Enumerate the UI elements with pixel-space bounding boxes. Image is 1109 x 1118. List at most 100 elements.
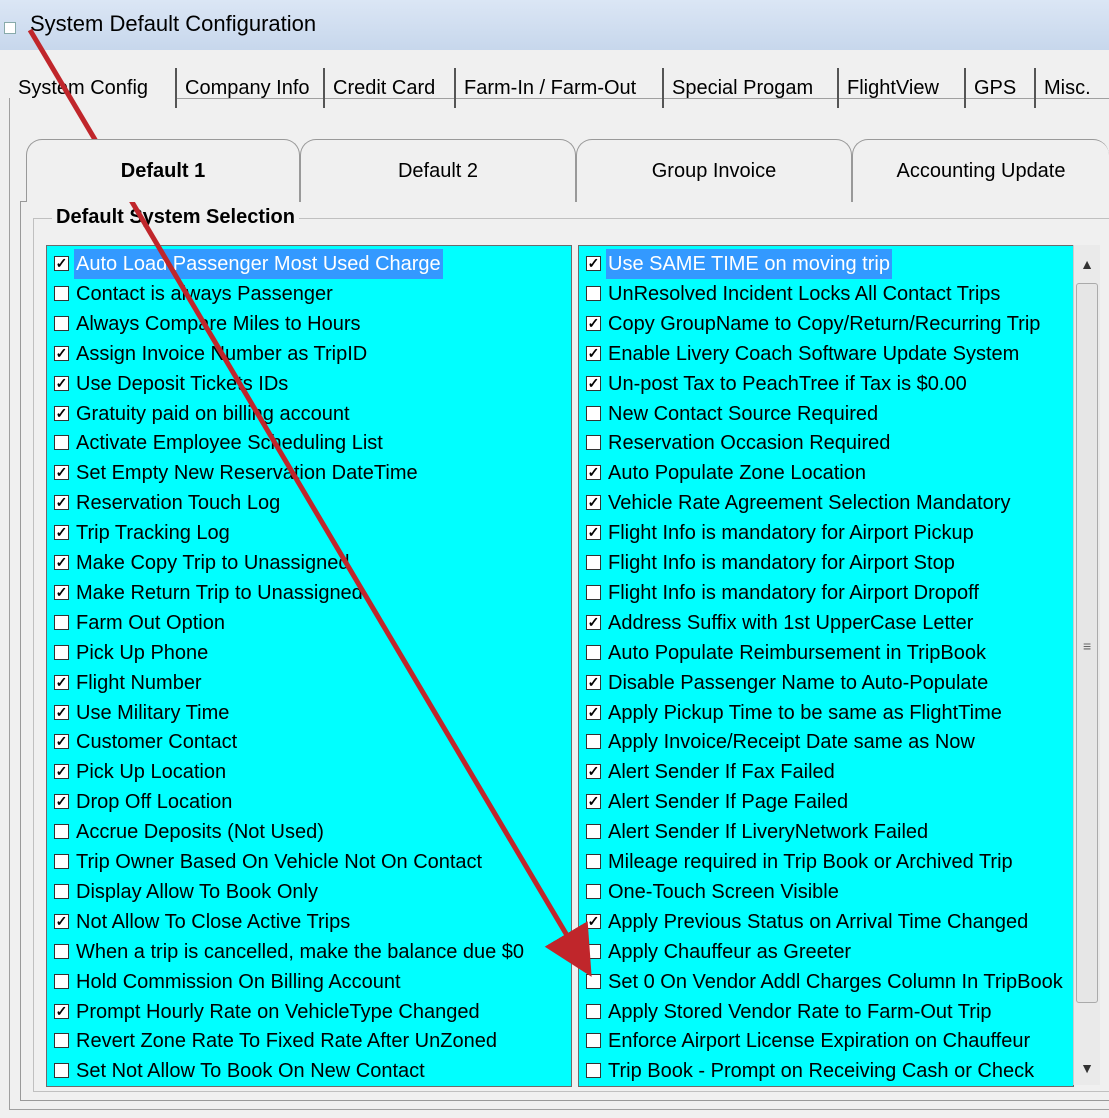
checkbox-unchecked[interactable] [586,734,601,750]
checkbox-unchecked[interactable] [586,1033,601,1049]
list-item[interactable]: ✓ Trip Tracking Log [47,518,571,548]
scroll-down-icon[interactable]: ▼ [1074,1055,1100,1081]
list-item[interactable]: ✓ Vehicle Rate Agreement Selection Mandat… [579,488,1073,518]
tab-credit-card[interactable]: Credit Card [325,68,456,108]
checkbox-unchecked[interactable] [586,824,601,840]
tab-default-2[interactable]: Default 2 [300,139,576,202]
list-item[interactable]: Hold Commission On Billing Account [47,967,571,997]
checkbox-checked[interactable]: ✓ [586,704,601,720]
right-checkbox-list[interactable]: ✓ Use SAME TIME on moving trip UnResolved … [578,245,1074,1087]
checkbox-unchecked[interactable] [54,1063,69,1079]
list-item[interactable]: ✓ Use Deposit Tickets IDs [47,369,571,399]
checkbox-checked[interactable]: ✓ [54,704,69,720]
scroll-thumb[interactable]: ≡ [1076,283,1098,1003]
list-item[interactable]: ✓ Customer Contact [47,727,571,757]
list-item[interactable]: Reservation Occasion Required [579,428,1073,458]
tab-misc[interactable]: Misc. [1036,68,1109,108]
list-item[interactable]: ✓ Alert Sender If Fax Failed [579,757,1073,787]
checkbox-checked[interactable]: ✓ [54,555,69,570]
checkbox-checked[interactable]: ✓ [54,375,69,391]
checkbox-checked[interactable]: ✓ [54,764,69,780]
list-item[interactable]: Auto Populate Reimbursement in TripBook [579,638,1073,668]
list-item[interactable]: ✓ Address Suffix with 1st UpperCase Lette… [579,608,1073,638]
list-item[interactable]: Pick Up Phone [47,638,571,668]
checkbox-checked[interactable]: ✓ [54,525,69,541]
list-item[interactable]: Enforce Airport License Expiration on Ch… [579,1026,1073,1056]
checkbox-checked[interactable]: ✓ [54,465,69,481]
list-item[interactable]: Trip Owner Based On Vehicle Not On Conta… [47,847,571,877]
list-item[interactable]: ✓ Use Military Time [47,698,571,728]
checkbox-unchecked[interactable] [586,285,601,301]
checkbox-checked[interactable]: ✓ [586,614,601,630]
list-item[interactable]: ✓ Flight Number [47,668,571,698]
checkbox-unchecked[interactable] [586,1063,601,1079]
checkbox-unchecked[interactable] [586,943,601,959]
checkbox-unchecked[interactable] [54,644,69,660]
list-item[interactable]: ✓ Use SAME TIME on moving trip [579,249,1073,279]
list-item[interactable]: ✓ Assign Invoice Number as TripID [47,339,571,369]
checkbox-unchecked[interactable] [586,435,601,451]
list-item[interactable]: Farm Out Option [47,608,571,638]
list-item[interactable]: ✓ Not Allow To Close Active Trips [47,907,571,937]
list-item[interactable]: ✓ Set Empty New Reservation DateTime [47,458,571,488]
checkbox-unchecked[interactable] [54,973,69,989]
list-item[interactable]: UnResolved Incident Locks All Contact Tr… [579,279,1073,309]
scroll-up-icon[interactable]: ▲ [1074,251,1100,277]
list-item[interactable]: Apply Invoice/Receipt Date same as Now [579,727,1073,757]
checkbox-unchecked[interactable] [54,943,69,959]
checkbox-unchecked[interactable] [586,973,601,989]
left-checkbox-list[interactable]: ✓ Auto Load Passenger Most Used Charge Con… [46,245,572,1087]
checkbox-checked[interactable]: ✓ [54,495,69,511]
list-item[interactable]: Display Allow To Book Only [47,877,571,907]
list-item[interactable]: ✓ Auto Populate Zone Location [579,458,1073,488]
tab-system-config[interactable]: System Config [10,68,177,108]
list-item[interactable]: Flight Info is mandatory for Airport Dro… [579,578,1073,608]
list-item[interactable]: Activate Employee Scheduling List [47,428,571,458]
tab-special-program[interactable]: Special Progam [664,68,839,108]
list-item[interactable]: Accrue Deposits (Not Used) [47,817,571,847]
checkbox-checked[interactable]: ✓ [586,525,601,541]
list-item[interactable]: ✓ Flight Info is mandatory for Airport Pi… [579,518,1073,548]
list-item[interactable]: Set 0 On Vendor Addl Charges Column In T… [579,967,1073,997]
tab-accounting-update[interactable]: Accounting Update [852,139,1109,202]
checkbox-checked[interactable]: ✓ [586,764,601,780]
checkbox-checked[interactable]: ✓ [54,674,69,690]
checkbox-unchecked[interactable] [586,555,601,570]
list-item[interactable]: ✓ Gratuity paid on billing account [47,399,571,429]
tab-flightview[interactable]: FlightView [839,68,966,108]
list-item[interactable]: Contact is always Passenger [47,279,571,309]
list-item[interactable]: ✓ Make Return Trip to Unassigned [47,578,571,608]
checkbox-checked[interactable]: ✓ [586,495,601,511]
list-item[interactable]: Trip Book - Prompt on Receiving Cash or … [579,1056,1073,1086]
list-item[interactable]: ✓ Un-post Tax to PeachTree if Tax is $0.0… [579,369,1073,399]
tab-company-info[interactable]: Company Info [177,68,325,108]
list-item[interactable]: ✓ Pick Up Location [47,757,571,787]
tab-default-1[interactable]: Default 1 [26,139,300,202]
list-item[interactable]: ✓ Apply Previous Status on Arrival Time C… [579,907,1073,937]
checkbox-unchecked[interactable] [54,315,69,331]
list-item[interactable]: When a trip is cancelled, make the balan… [47,937,571,967]
checkbox-checked[interactable]: ✓ [586,375,601,391]
checkbox-unchecked[interactable] [54,854,69,869]
checkbox-unchecked[interactable] [586,644,601,660]
list-item[interactable]: Always Compare Miles to Hours [47,309,571,339]
checkbox-unchecked[interactable] [586,883,601,899]
list-item[interactable]: ✓ Prompt Hourly Rate on VehicleType Chang… [47,997,571,1027]
checkbox-unchecked[interactable] [586,584,601,600]
list-item[interactable]: One-Touch Screen Visible [579,877,1073,907]
checkbox-checked[interactable]: ✓ [54,913,69,929]
list-item[interactable]: ✓ Auto Load Passenger Most Used Charge [47,249,571,279]
checkbox-checked[interactable]: ✓ [54,405,69,421]
checkbox-checked[interactable]: ✓ [586,315,601,331]
list-item[interactable]: ✓ Disable Passenger Name to Auto-Populate [579,668,1073,698]
list-item[interactable]: ✓ Reservation Touch Log [47,488,571,518]
checkbox-checked[interactable]: ✓ [586,256,601,271]
tab-gps[interactable]: GPS [966,68,1036,108]
right-list-scrollbar[interactable]: ▲ ≡ ▼ [1073,245,1100,1085]
list-item[interactable]: Flight Info is mandatory for Airport Sto… [579,548,1073,578]
list-item[interactable]: Mileage required in Trip Book or Archive… [579,847,1073,877]
list-item[interactable]: ✓ Enable Livery Coach Software Update Sys… [579,339,1073,369]
checkbox-unchecked[interactable] [54,285,69,301]
checkbox-checked[interactable]: ✓ [586,674,601,690]
list-item[interactable]: ✓ Drop Off Location [47,787,571,817]
